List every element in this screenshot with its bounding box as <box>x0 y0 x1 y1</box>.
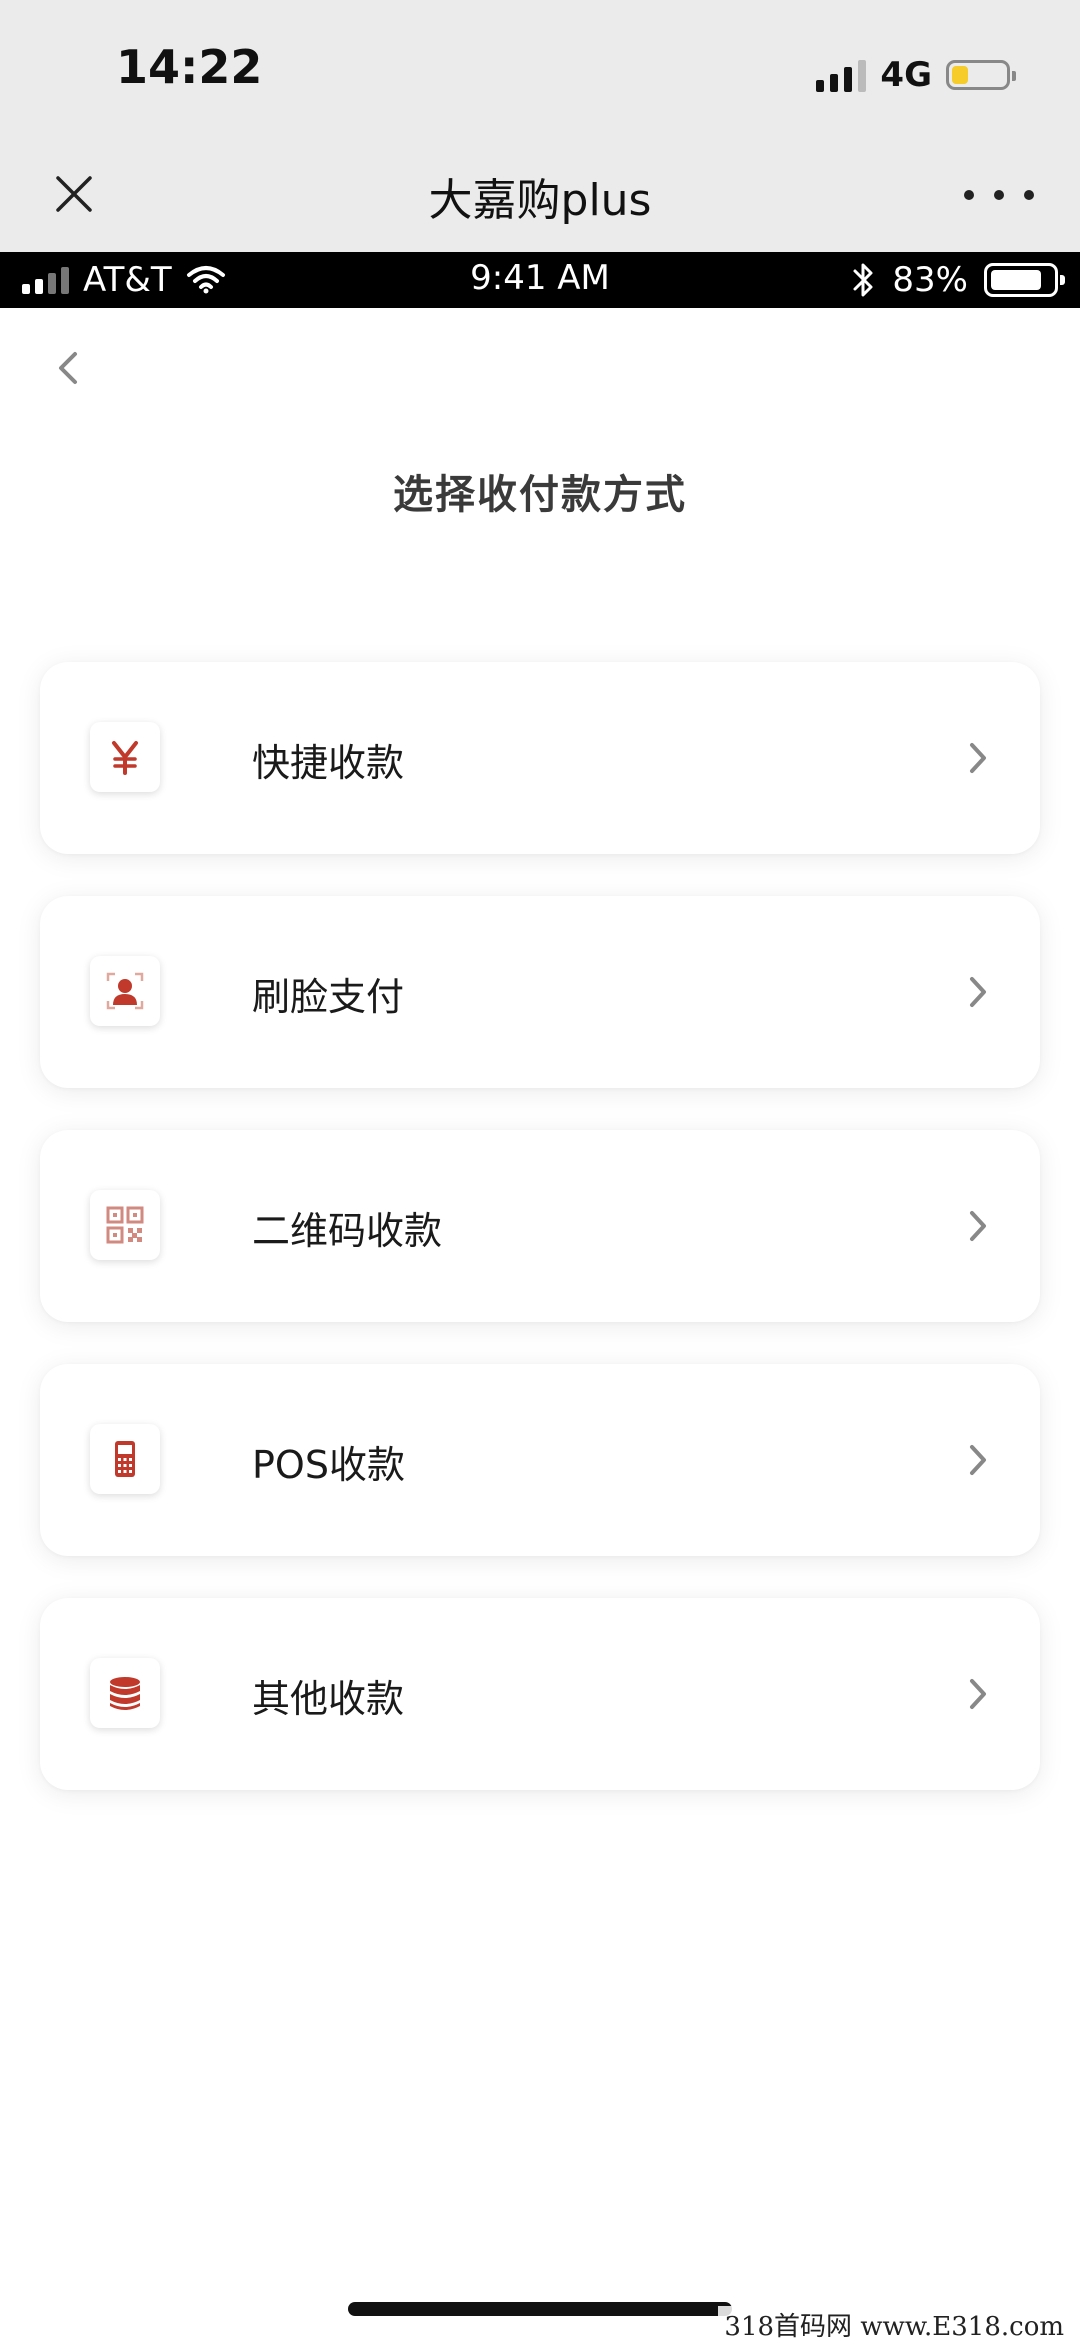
bluetooth-icon <box>853 263 873 297</box>
chevron-right-icon <box>960 1440 996 1480</box>
coin-stack-icon <box>90 1658 160 1728</box>
page-title: 选择收付款方式 <box>393 472 687 518</box>
payment-option-quick[interactable]: 快捷收款 <box>40 662 1040 854</box>
status-time: 14:22 <box>116 40 263 94</box>
nav-bar: 大嘉购plus <box>0 140 1080 252</box>
payment-option-other[interactable]: 其他收款 <box>40 1598 1040 1790</box>
chevron-right-icon <box>960 738 996 778</box>
payment-option-label: 二维码收款 <box>252 1209 443 1253</box>
yen-icon <box>90 722 160 792</box>
battery-low-icon <box>946 60 1016 90</box>
payment-option-face[interactable]: 刷脸支付 <box>40 896 1040 1088</box>
payment-option-qr[interactable]: 二维码收款 <box>40 1130 1040 1322</box>
payment-method-list: 快捷收款 刷脸支付 二维码收款 POS收款 其他收款 <box>40 662 1040 1832</box>
qr-code-icon <box>90 1190 160 1260</box>
battery-icon <box>984 263 1065 297</box>
payment-option-label: POS收款 <box>252 1443 405 1487</box>
back-button[interactable] <box>46 346 90 390</box>
more-dots-icon <box>964 190 974 200</box>
pos-terminal-icon <box>90 1424 160 1494</box>
chevron-right-icon <box>960 1674 996 1714</box>
network-type: 4G <box>880 55 932 95</box>
watermark: 318首码网 www.E318.com <box>718 2306 1070 2343</box>
status-indicators: 4G <box>816 50 1016 100</box>
battery-level <box>991 270 1041 290</box>
back-chevron-icon <box>59 352 77 384</box>
nav-title: 大嘉购plus <box>428 175 652 226</box>
face-scan-icon <box>90 956 160 1026</box>
battery-percent: 83% <box>892 260 968 300</box>
payment-option-label: 快捷收款 <box>252 741 405 785</box>
home-indicator[interactable] <box>348 2302 732 2316</box>
cellular-signal-icon <box>816 58 867 92</box>
payment-option-pos[interactable]: POS收款 <box>40 1364 1040 1556</box>
inner-status-bar: AT&T 9:41 AM 83% <box>0 252 1080 308</box>
more-button[interactable] <box>964 170 1034 220</box>
chevron-right-icon <box>960 1206 996 1246</box>
outer-status-bar: 14:22 4G <box>0 0 1080 140</box>
chevron-right-icon <box>960 972 996 1012</box>
payment-option-label: 刷脸支付 <box>252 975 405 1019</box>
payment-option-label: 其他收款 <box>252 1677 405 1721</box>
